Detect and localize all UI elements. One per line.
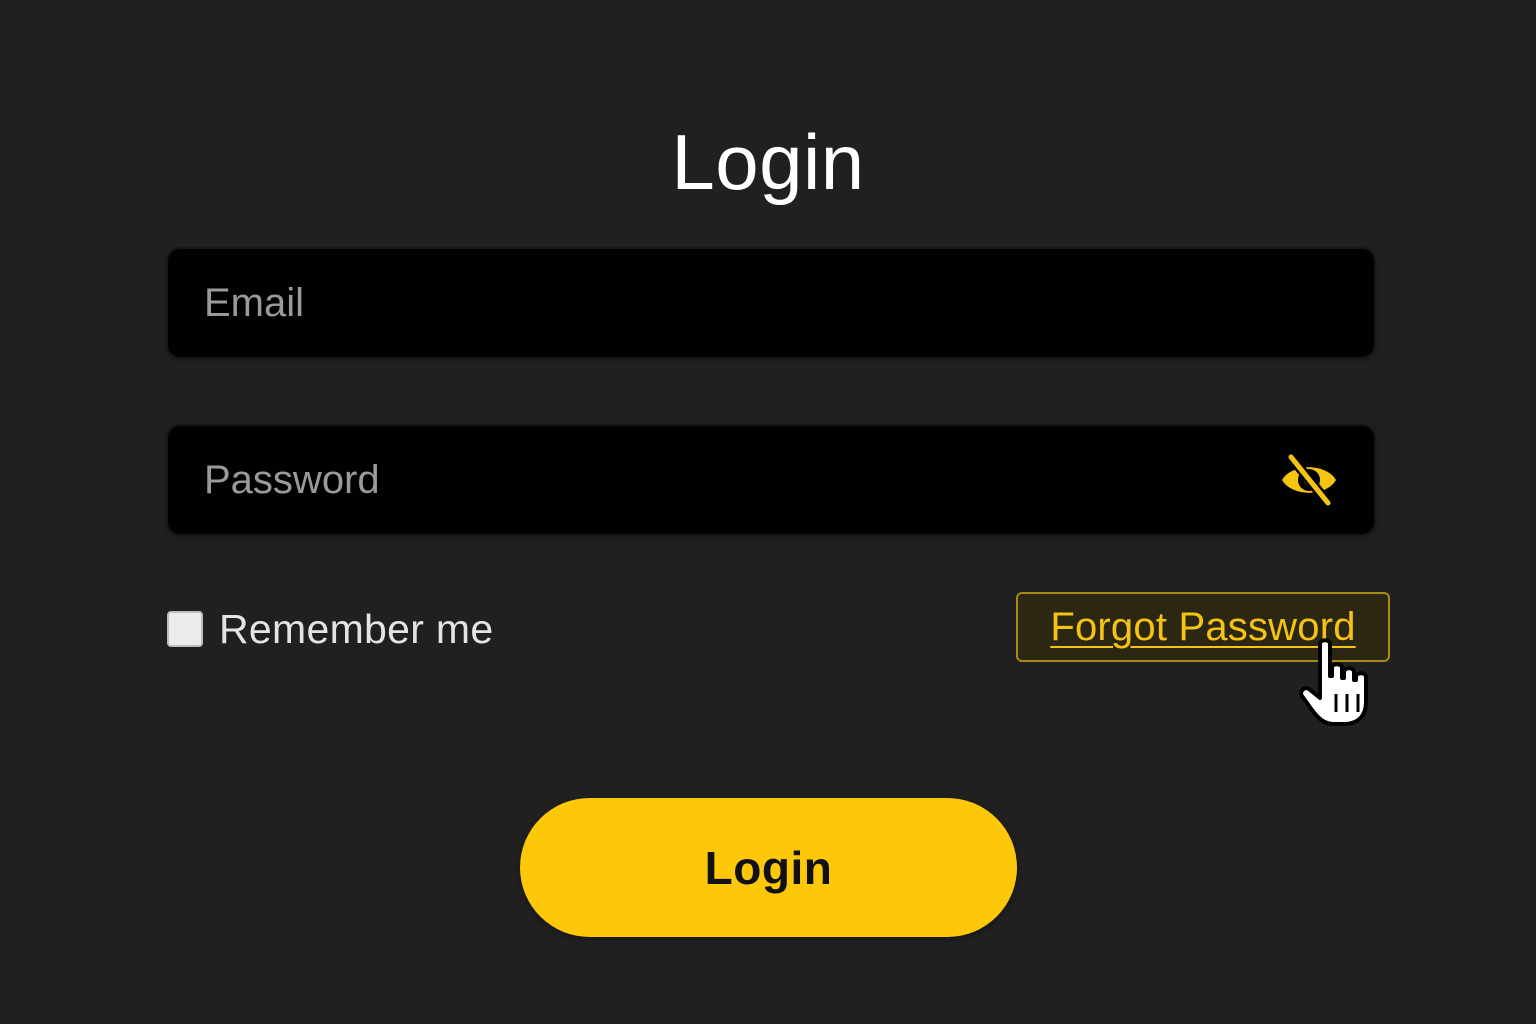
- password-field-container: [168, 426, 1374, 534]
- login-button[interactable]: Login: [520, 798, 1017, 937]
- forgot-password-link[interactable]: Forgot Password: [1016, 592, 1390, 662]
- remember-me-label: Remember me: [219, 605, 494, 652]
- page-title: Login: [671, 118, 865, 207]
- email-field[interactable]: [168, 249, 1374, 357]
- login-page: Login Remember me Forgot Password: [0, 0, 1536, 1024]
- password-field[interactable]: [168, 426, 1374, 534]
- forgot-password-label: Forgot Password: [1050, 604, 1356, 649]
- remember-me-checkbox[interactable]: [167, 611, 203, 647]
- eye-slash-icon[interactable]: [1278, 452, 1340, 508]
- remember-me[interactable]: Remember me: [167, 604, 493, 654]
- login-button-label: Login: [704, 841, 833, 894]
- email-field-container: [168, 249, 1374, 357]
